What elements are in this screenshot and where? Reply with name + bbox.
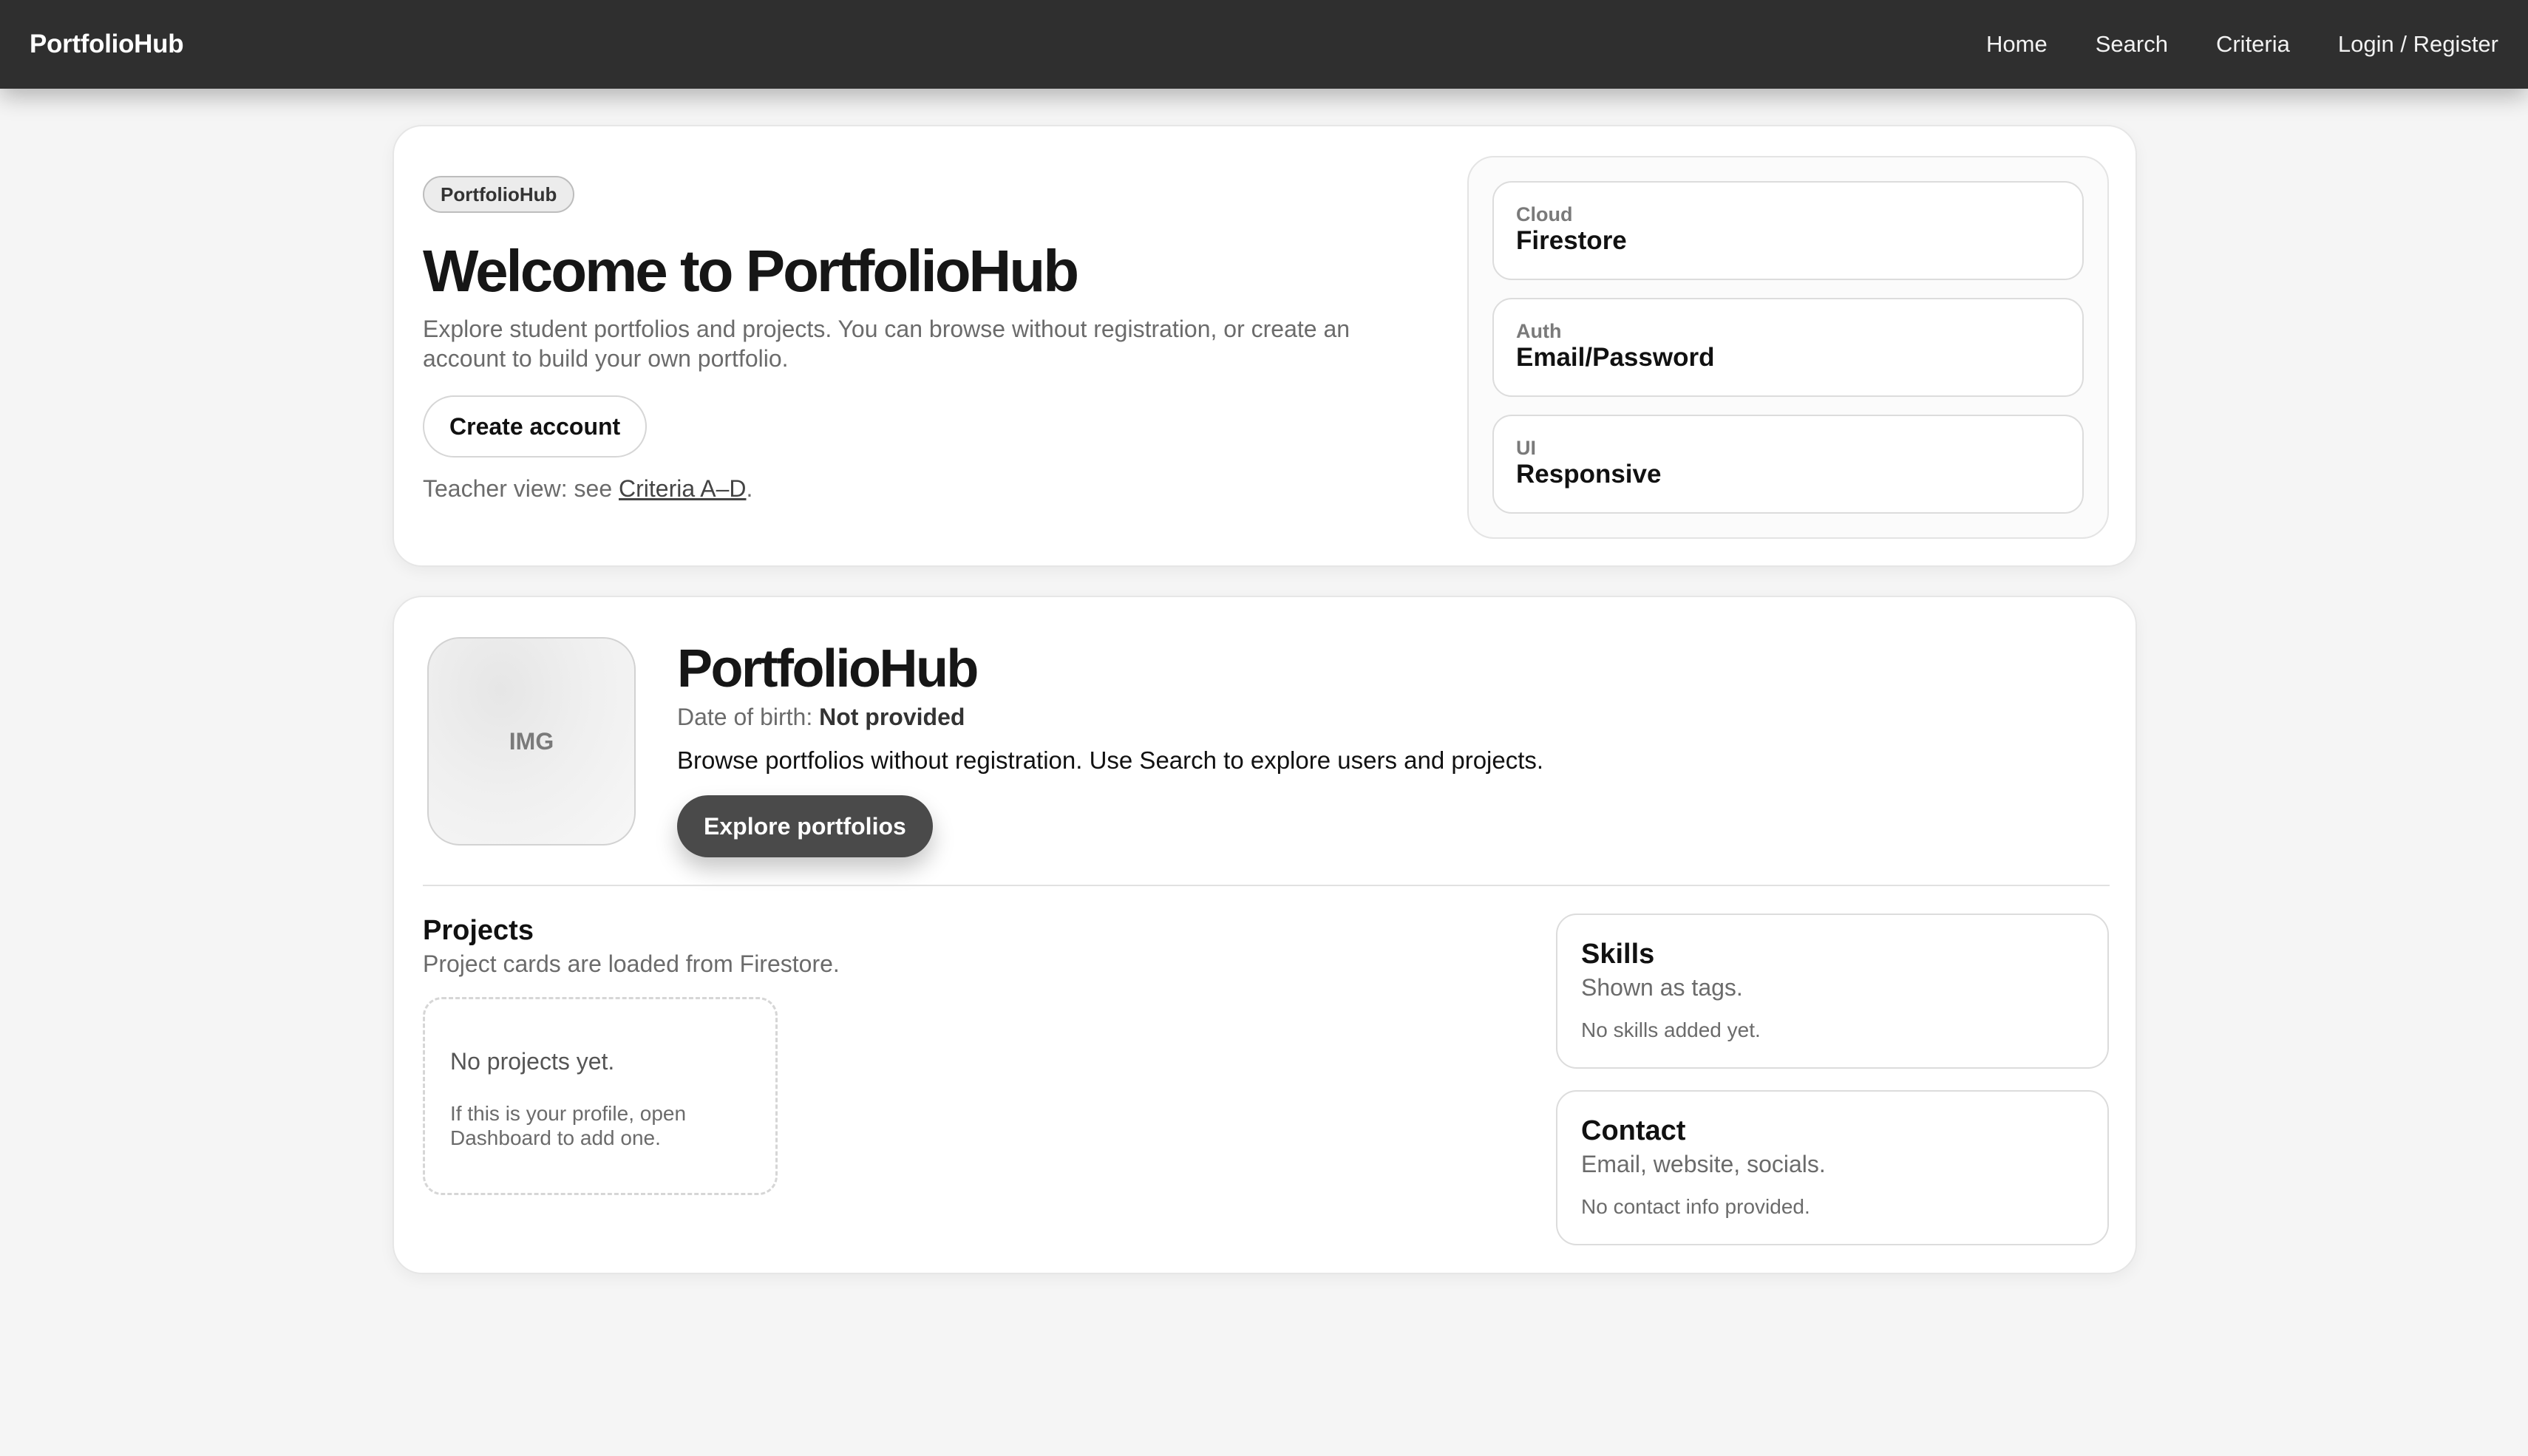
create-account-button[interactable]: Create account bbox=[423, 395, 648, 457]
skills-empty-note: No skills added yet. bbox=[1581, 1018, 1761, 1041]
tile-value: Firestore bbox=[1516, 226, 1627, 255]
hero-badge: PortfolioHub bbox=[423, 176, 575, 213]
tile-value: Responsive bbox=[1516, 460, 1662, 489]
nav-home[interactable]: Home bbox=[1986, 31, 2048, 58]
skills-card: Skills Shown as tags. No skills added ye… bbox=[1556, 914, 2109, 1069]
projects-title: Projects bbox=[423, 915, 534, 946]
profile-description: Browse portfolios without registration. … bbox=[677, 746, 1544, 774]
tile-value: Email/Password bbox=[1516, 343, 1715, 372]
teacher-note: Teacher view: see Criteria A–D. bbox=[423, 475, 752, 503]
contact-title: Contact bbox=[1581, 1115, 1686, 1146]
contact-card: Contact Email, website, socials. No cont… bbox=[1556, 1090, 2109, 1245]
avatar-label: IMG bbox=[509, 727, 554, 755]
tech-tile-auth: Auth Email/Password bbox=[1492, 298, 2084, 397]
contact-subtitle: Email, website, socials. bbox=[1581, 1151, 1826, 1177]
tile-kicker: Auth bbox=[1516, 320, 1562, 342]
profile-card: IMG PortfolioHub Date of birth: Not prov… bbox=[393, 596, 2137, 1274]
empty-state-title: No projects yet. bbox=[450, 1048, 615, 1075]
dob-label: Date of birth: bbox=[677, 704, 820, 730]
brand-logo[interactable]: PortfolioHub bbox=[30, 30, 184, 59]
date-of-birth: Date of birth: Not provided bbox=[677, 704, 965, 731]
skills-subtitle: Shown as tags. bbox=[1581, 974, 1743, 1001]
tech-tile-ui: UI Responsive bbox=[1492, 415, 2084, 514]
nav-search[interactable]: Search bbox=[2096, 31, 2168, 58]
top-navigation-bar: PortfolioHub Home Search Criteria Login … bbox=[0, 0, 2528, 89]
hero-title: Welcome to PortfolioHub bbox=[423, 238, 1079, 304]
hero-subtitle: Explore student portfolios and projects.… bbox=[423, 316, 1350, 372]
explore-portfolios-button[interactable]: Explore portfolios bbox=[677, 795, 933, 857]
section-divider bbox=[423, 885, 2110, 886]
dob-value: Not provided bbox=[819, 704, 965, 730]
empty-state-note: If this is your profile, open Dashboard … bbox=[450, 1102, 687, 1149]
criteria-link[interactable]: Criteria A–D bbox=[619, 475, 747, 502]
hero-card: PortfolioHub Welcome to PortfolioHub Exp… bbox=[393, 125, 2137, 567]
avatar-placeholder: IMG bbox=[427, 637, 636, 846]
projects-empty-state: No projects yet. If this is your profile… bbox=[423, 997, 778, 1195]
tech-tile-cloud: Cloud Firestore bbox=[1492, 181, 2084, 280]
skills-title: Skills bbox=[1581, 939, 1655, 970]
teacher-note-suffix: . bbox=[746, 475, 753, 502]
main-nav: Home Search Criteria Login / Register bbox=[1938, 31, 2498, 58]
profile-name: PortfolioHub bbox=[677, 639, 979, 698]
nav-criteria[interactable]: Criteria bbox=[2216, 31, 2290, 58]
contact-empty-note: No contact info provided. bbox=[1581, 1195, 1810, 1218]
tech-stack-panel: Cloud Firestore Auth Email/Password UI R… bbox=[1467, 156, 2109, 539]
tile-kicker: UI bbox=[1516, 437, 1536, 459]
tile-kicker: Cloud bbox=[1516, 203, 1573, 225]
teacher-note-prefix: Teacher view: see bbox=[423, 475, 619, 502]
nav-login-register[interactable]: Login / Register bbox=[2338, 31, 2498, 58]
projects-subtitle: Project cards are loaded from Firestore. bbox=[423, 950, 840, 977]
